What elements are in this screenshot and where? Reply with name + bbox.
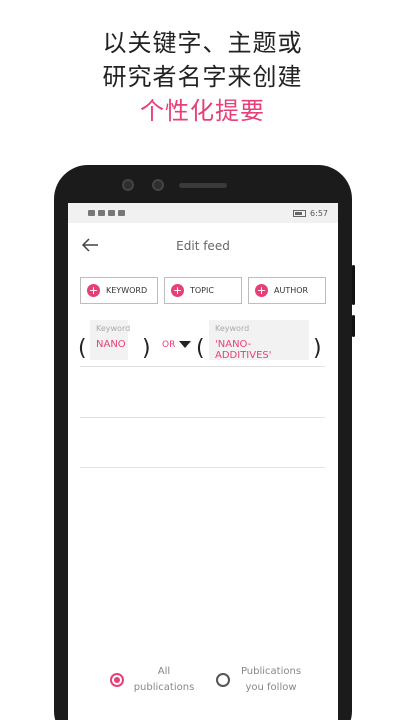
divider	[80, 417, 325, 418]
filter-followed-publications[interactable]: Publications you follow	[216, 664, 304, 696]
plus-icon: +	[171, 284, 184, 297]
close-paren-right: )	[313, 336, 322, 361]
earpiece	[179, 183, 227, 188]
operator-label[interactable]: OR	[162, 340, 175, 350]
notification-icon	[108, 210, 115, 216]
query-builder: ( Keyword NANO ) OR ( Keyword 'NANO-ADDI…	[68, 318, 338, 384]
close-paren-left: )	[142, 336, 151, 361]
open-paren-right: (	[196, 336, 205, 361]
headline-line-2: 研究者名字来创建	[102, 63, 303, 91]
divider	[80, 366, 325, 367]
app-bar: Edit feed	[68, 223, 338, 277]
divider	[80, 467, 325, 468]
open-paren-left: (	[78, 336, 87, 361]
radio-selected-icon[interactable]	[110, 673, 124, 687]
term-type-label: Keyword	[96, 324, 131, 333]
term-value: 'NANO-ADDITIVES'	[215, 339, 272, 361]
front-sensor-icon	[152, 179, 164, 191]
filter-label: Publications you follow	[240, 666, 302, 693]
add-topic-button[interactable]: + TOPIC	[164, 277, 242, 304]
radio-unselected-icon[interactable]	[216, 673, 230, 687]
volume-button	[352, 265, 355, 305]
keyword-term-left[interactable]: Keyword NANO	[90, 320, 131, 360]
publication-filter: All publications Publications you follow	[68, 658, 338, 708]
add-keyword-button[interactable]: + KEYWORD	[80, 277, 158, 304]
headline-line-3: 个性化提要	[140, 97, 265, 125]
operator-dropdown-icon[interactable]	[179, 341, 191, 348]
signal-icon	[88, 210, 95, 216]
keyword-term-right[interactable]: Keyword 'NANO-ADDITIVES'	[209, 320, 309, 361]
page-title: Edit feed	[176, 239, 230, 253]
chip-label: KEYWORD	[106, 286, 148, 295]
power-button	[352, 315, 355, 337]
term-type-label: Keyword	[215, 324, 250, 333]
plus-icon: +	[255, 284, 268, 297]
status-time: 6:57	[310, 208, 328, 218]
battery-icon	[293, 209, 307, 217]
wifi-icon	[98, 210, 105, 216]
promo-headline: 以关键字、主题或 研究者名字来创建 个性化提要	[0, 26, 405, 128]
filter-label: All publications	[133, 666, 195, 693]
plus-icon: +	[87, 284, 100, 297]
status-icons	[88, 210, 125, 216]
term-value: NANO	[96, 339, 126, 350]
app-screen: 6:57 Edit feed + KEYWORD + TOPIC + AUTHO…	[68, 203, 338, 720]
mail-icon	[118, 210, 125, 216]
front-camera-icon	[122, 179, 134, 191]
chip-label: AUTHOR	[274, 286, 309, 295]
add-author-button[interactable]: + AUTHOR	[248, 277, 326, 304]
filter-all-publications[interactable]: All publications	[110, 664, 196, 696]
add-term-chips: + KEYWORD + TOPIC + AUTHOR	[68, 277, 338, 304]
headline-line-1: 以关键字、主题或	[102, 29, 303, 57]
chip-label: TOPIC	[190, 286, 214, 295]
status-bar: 6:57	[68, 203, 338, 223]
